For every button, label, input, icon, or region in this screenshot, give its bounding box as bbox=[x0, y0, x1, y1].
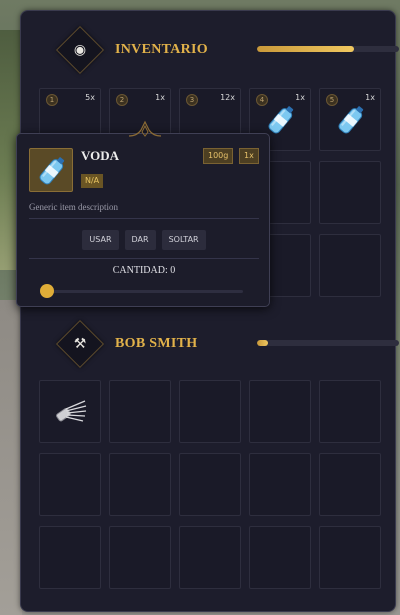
tooltip-item-name: VODA bbox=[81, 148, 120, 163]
secondary-slot-6[interactable] bbox=[39, 453, 101, 516]
inventory-slot-15[interactable] bbox=[319, 234, 381, 297]
item-quantity-badge: 1x bbox=[239, 148, 259, 164]
secondary-slot-1[interactable] bbox=[39, 380, 101, 443]
secondary-slot-7[interactable] bbox=[109, 453, 171, 516]
item-description: Generic item description bbox=[29, 202, 118, 212]
secondary-slot-11[interactable] bbox=[39, 526, 101, 589]
slot-count: 1x bbox=[155, 93, 165, 102]
secondary-slot-15[interactable] bbox=[319, 526, 381, 589]
secondary-slot-14[interactable] bbox=[249, 526, 311, 589]
use-button[interactable]: USAR bbox=[82, 230, 119, 250]
inventory-slot-10[interactable] bbox=[319, 161, 381, 224]
inventory-weight-bar bbox=[257, 46, 399, 52]
give-button[interactable]: DAR bbox=[124, 230, 156, 250]
inventory-title: INVENTARIO bbox=[115, 42, 208, 57]
lockpick-set-icon bbox=[56, 400, 87, 422]
water-bottle-icon bbox=[268, 106, 294, 134]
secondary-slot-12[interactable] bbox=[109, 526, 171, 589]
inventory-panel: ◉ INVENTARIO 1 5x 2 1x 3 12x 4 1x 5 1x ⚒… bbox=[20, 10, 399, 612]
secondary-slot-13[interactable] bbox=[179, 526, 241, 589]
inventory-header: ◉ INVENTARIO bbox=[41, 25, 399, 81]
amount-label: CANTIDAD: 0 bbox=[112, 265, 176, 276]
water-bottle-icon bbox=[338, 106, 364, 134]
slot-count: 5x bbox=[85, 93, 95, 102]
slot-count: 12x bbox=[220, 93, 235, 102]
secondary-header: ⚒ BOB SMITH bbox=[41, 319, 399, 375]
item-actions: USAR DAR SOLTAR bbox=[17, 230, 271, 250]
secondary-slot-8[interactable] bbox=[179, 453, 241, 516]
item-rarity-badge: N/A bbox=[81, 174, 104, 188]
slot-count: 1x bbox=[365, 93, 375, 102]
inventory-weight-fill bbox=[257, 46, 354, 52]
drop-button[interactable]: SOLTAR bbox=[161, 230, 206, 250]
slot-number: 3 bbox=[186, 94, 198, 106]
secondary-slot-9[interactable] bbox=[249, 453, 311, 516]
tooltip-item-image bbox=[29, 148, 73, 192]
secondary-slot-3[interactable] bbox=[179, 380, 241, 443]
amount-slider[interactable] bbox=[40, 284, 243, 298]
background-pavement bbox=[0, 300, 22, 615]
slot-number: 1 bbox=[46, 94, 58, 106]
slot-number: 2 bbox=[116, 94, 128, 106]
secondary-weight-fill bbox=[257, 340, 269, 346]
divider bbox=[29, 218, 259, 219]
ornament-icon bbox=[128, 120, 162, 137]
secondary-slot-5[interactable] bbox=[319, 380, 381, 443]
secondary-slot-10[interactable] bbox=[319, 453, 381, 516]
secondary-slot-2[interactable] bbox=[109, 380, 171, 443]
secondary-slot-4[interactable] bbox=[249, 380, 311, 443]
secondary-title: BOB SMITH bbox=[115, 336, 198, 351]
hammer-pick-icon: ⚒ bbox=[73, 336, 87, 352]
divider bbox=[29, 258, 259, 259]
amount-slider-knob[interactable] bbox=[40, 284, 54, 298]
inventory-slot-5[interactable]: 5 1x bbox=[319, 88, 381, 151]
water-bottle-icon bbox=[39, 157, 65, 185]
item-weight-badge: 100g bbox=[203, 148, 234, 164]
slot-count: 1x bbox=[295, 93, 305, 102]
secondary-grid bbox=[39, 380, 381, 589]
secondary-weight-bar bbox=[257, 340, 399, 346]
item-tooltip: VODA 100g 1x N/A Generic item descriptio… bbox=[16, 120, 271, 307]
lens-icon: ◉ bbox=[73, 42, 87, 58]
